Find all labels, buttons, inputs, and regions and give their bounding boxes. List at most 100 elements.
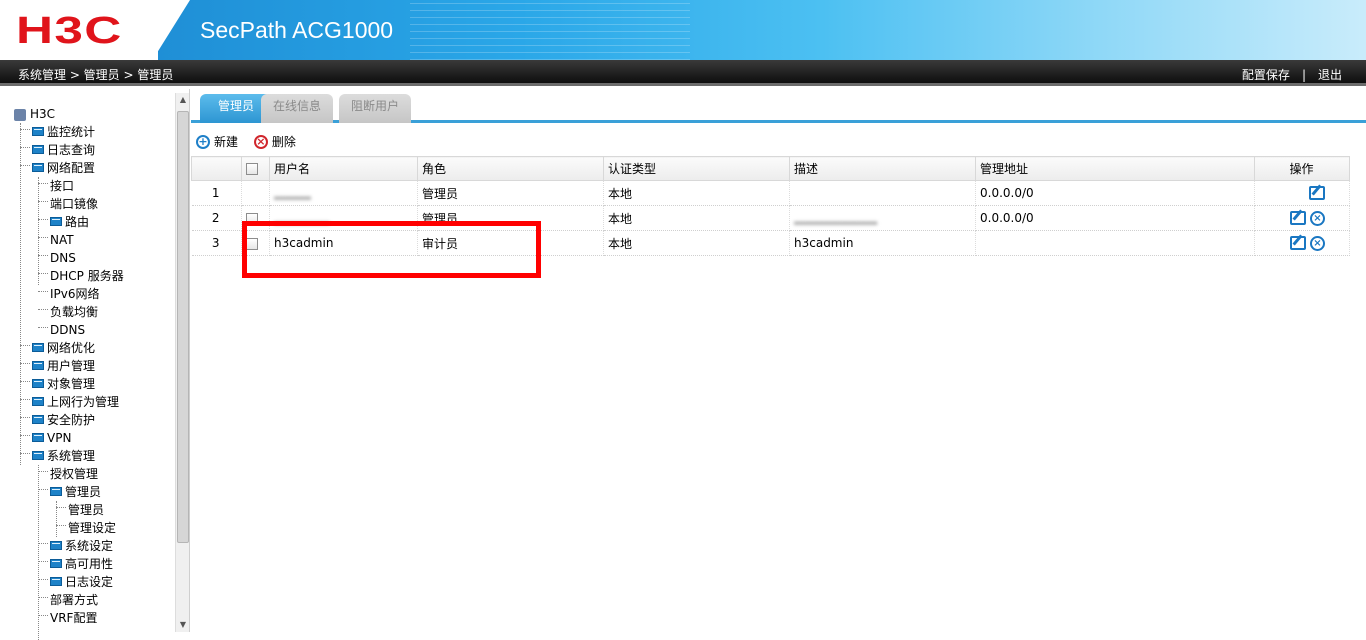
description-cell [789, 180, 976, 206]
description-cell: h3cadmin [789, 230, 976, 256]
nav-monitor-stats[interactable]: 监控统计 [14, 123, 172, 141]
nav-admin-settings[interactable]: 管理设定 [14, 519, 172, 537]
app-header: H3C SecPath ACG1000 [0, 0, 1366, 60]
folder-icon [32, 415, 44, 424]
toolbar: + 新建 × 删除 [196, 133, 308, 151]
breadcrumb: 系统管理 > 管理员 > 管理员 [18, 68, 174, 82]
nav-log-query[interactable]: 日志查询 [14, 141, 172, 159]
nav-behavior-management[interactable]: 上网行为管理 [14, 393, 172, 411]
tab-blocked-users[interactable]: 阻断用户 [339, 94, 411, 123]
tab-online-info[interactable]: 在线信息 [261, 94, 333, 123]
nav-tree: H3C 监控统计 日志查询 网络配置 接口 端口镜像 路由 NAT DNS DH… [14, 105, 172, 640]
nav-object-management[interactable]: 对象管理 [14, 375, 172, 393]
row-index: 2 [191, 205, 242, 231]
new-button[interactable]: + 新建 [196, 133, 238, 150]
auth-type-cell: 本地 [603, 180, 790, 206]
index-header [191, 156, 242, 181]
folder-icon [32, 361, 44, 370]
ops-cell: × [1254, 205, 1350, 231]
nav-user-management[interactable]: 用户管理 [14, 357, 172, 375]
brand-logo: H3C [16, 10, 123, 52]
table-row[interactable]: 1 ▂▂▂▂ 管理员 本地 0.0.0.0/0 [191, 180, 1350, 206]
main-content: 管理员 在线信息 阻断用户 + 新建 × 删除 用户名 角色 认证类型 描述 管理地… [191, 89, 1366, 632]
username-cell: ▂▂▂▂ [269, 180, 418, 206]
edit-icon[interactable] [1309, 186, 1325, 201]
nav-admin-group[interactable]: 管理员 [14, 483, 172, 501]
nav-dhcp-server[interactable]: DHCP 服务器 [14, 267, 172, 285]
delete-icon[interactable]: × [1310, 235, 1325, 251]
row-index: 3 [191, 230, 242, 256]
mgmt-address-cell: 0.0.0.0/0 [975, 180, 1255, 206]
nav-nat[interactable]: NAT [14, 231, 172, 249]
nav-license[interactable]: 授权管理 [14, 465, 172, 483]
nav-ddns[interactable]: DDNS [14, 321, 172, 339]
nav-log-settings[interactable]: 日志设定 [14, 573, 172, 591]
nav-ipv6[interactable]: IPv6网络 [14, 285, 172, 303]
nav-vpn[interactable]: VPN [14, 429, 172, 447]
role-header[interactable]: 角色 [417, 156, 604, 181]
edit-icon[interactable] [1290, 236, 1306, 250]
folder-icon [32, 379, 44, 388]
scroll-down-icon[interactable]: ▼ [178, 620, 188, 630]
folder-open-icon [32, 451, 44, 460]
nav-port-mirror[interactable]: 端口镜像 [14, 195, 172, 213]
save-config-link[interactable]: 配置保存 [1242, 68, 1290, 82]
redacted-description: ▂▂▂▂▂▂▂▂▂ [794, 211, 878, 225]
mgmt-address-cell [975, 230, 1255, 256]
scrollbar-thumb[interactable] [177, 111, 189, 543]
highlight-box [242, 221, 541, 278]
sidebar-scrollbar[interactable]: ▲ ▼ [175, 93, 189, 632]
top-actions: 配置保存 | 退出 [1242, 66, 1342, 83]
nav-routing[interactable]: 路由 [14, 213, 172, 231]
nav-admin[interactable]: 管理员 [14, 501, 172, 519]
folder-icon [50, 541, 62, 550]
delete-button[interactable]: × 删除 [253, 133, 296, 150]
folder-icon [32, 433, 44, 442]
scroll-up-icon[interactable]: ▲ [178, 95, 188, 105]
edit-icon[interactable] [1290, 211, 1306, 225]
select-all-checkbox[interactable] [246, 163, 258, 175]
mgmt-address-header[interactable]: 管理地址 [975, 156, 1255, 181]
ops-header: 操作 [1254, 156, 1350, 181]
nav-interface[interactable]: 接口 [14, 177, 172, 195]
delete-icon[interactable]: × [1310, 210, 1325, 226]
x-circle-icon: × [253, 134, 268, 149]
row-index: 1 [191, 180, 242, 206]
logout-link[interactable]: 退出 [1318, 68, 1342, 82]
description-cell: ▂▂▂▂▂▂▂▂▂ [789, 205, 976, 231]
nav-high-availability[interactable]: 高可用性 [14, 555, 172, 573]
tree-root[interactable]: H3C [14, 105, 172, 123]
nav-dns[interactable]: DNS [14, 249, 172, 267]
username-header[interactable]: 用户名 [269, 156, 418, 181]
row-select-cell [241, 180, 270, 206]
nav-system-management[interactable]: 系统管理 [14, 447, 172, 465]
auth-type-cell: 本地 [603, 205, 790, 231]
header-decoration [410, 0, 690, 60]
folder-icon [32, 343, 44, 352]
action-separator: | [1301, 68, 1306, 82]
auth-type-cell: 本地 [603, 230, 790, 256]
nav-system-settings[interactable]: 系统设定 [14, 537, 172, 555]
folder-icon [32, 145, 44, 154]
folder-icon [32, 397, 44, 406]
mgmt-address-cell: 0.0.0.0/0 [975, 205, 1255, 231]
ops-cell: × [1254, 230, 1350, 256]
ops-cell [1254, 180, 1350, 206]
table-header-row: 用户名 角色 认证类型 描述 管理地址 操作 [191, 156, 1350, 181]
top-bar: 系统管理 > 管理员 > 管理员 配置保存 | 退出 [0, 60, 1366, 86]
folder-open-icon [32, 163, 44, 172]
folder-open-icon [50, 487, 62, 496]
nav-deploy-mode[interactable]: 部署方式 [14, 591, 172, 609]
description-header[interactable]: 描述 [789, 156, 976, 181]
nav-vrf-config[interactable]: VRF配置 [14, 609, 172, 627]
auth-type-header[interactable]: 认证类型 [603, 156, 790, 181]
tab-bar: 管理员 在线信息 阻断用户 [191, 89, 1366, 123]
plus-circle-icon: + [196, 134, 210, 149]
nav-load-balance[interactable]: 负载均衡 [14, 303, 172, 321]
select-all-cell [241, 156, 270, 181]
nav-security[interactable]: 安全防护 [14, 411, 172, 429]
nav-network-optimize[interactable]: 网络优化 [14, 339, 172, 357]
nav-network-config[interactable]: 网络配置 [14, 159, 172, 177]
product-name: SecPath ACG1000 [200, 17, 394, 43]
folder-icon [50, 577, 62, 586]
